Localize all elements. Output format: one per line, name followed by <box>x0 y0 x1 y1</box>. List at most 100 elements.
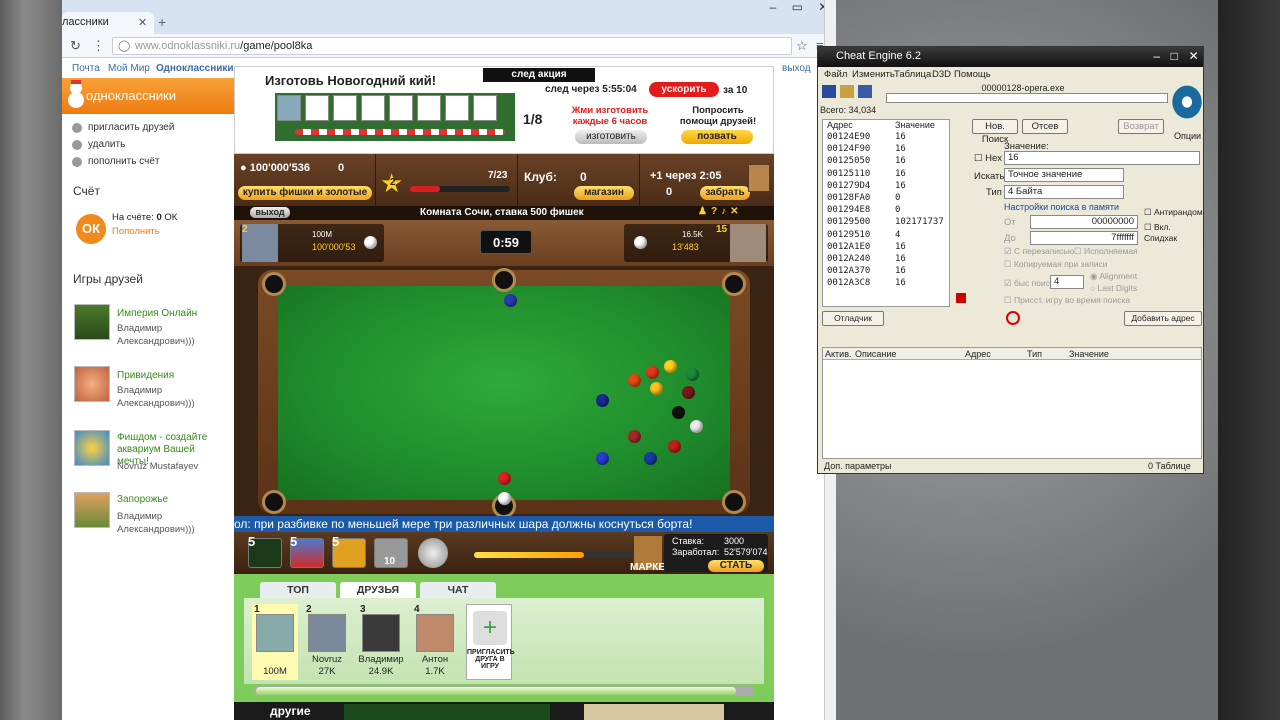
value-cell[interactable]: 16 <box>895 242 906 252</box>
maximize-icon[interactable]: ▭ <box>792 0 803 18</box>
options-label[interactable]: Опции <box>1174 131 1201 141</box>
value-cell[interactable]: 16 <box>895 266 906 276</box>
address-cell[interactable]: 00129510 <box>827 230 870 240</box>
friend-card[interactable]: 1 100M <box>252 604 298 680</box>
address-cell[interactable]: 00124E90 <box>827 132 870 142</box>
menu-help[interactable]: Помощь <box>954 69 991 80</box>
address-cell[interactable]: 00124F90 <box>827 144 870 154</box>
address-cell[interactable]: 00125050 <box>827 156 870 166</box>
address-cell[interactable]: 00129500 <box>827 217 870 227</box>
fast-scan-input[interactable]: 4 <box>1050 275 1084 289</box>
call-button[interactable]: позвать <box>681 130 753 144</box>
address-cell[interactable]: 001294E8 <box>827 205 870 215</box>
nav-myworld[interactable]: Мой Мир <box>108 63 150 74</box>
value-cell[interactable]: 0 <box>895 205 900 215</box>
value-cell[interactable]: 16 <box>895 156 906 166</box>
advanced-options-link[interactable]: Доп. параметры <box>824 461 891 471</box>
invite-friend-card[interactable]: + ПРИГЛАСИТЬ ДРУГА В ИГРУ <box>466 604 515 680</box>
nav-ok[interactable]: Одноклассники <box>156 63 234 74</box>
table-felt[interactable] <box>262 268 746 518</box>
scroll-thumb[interactable] <box>256 687 736 695</box>
minimize-icon[interactable]: – <box>1153 49 1160 63</box>
hex-checkbox[interactable]: ☐ Hex <box>974 153 1002 164</box>
next-scan-button[interactable]: Отсев <box>1022 119 1068 134</box>
bookmark-icon[interactable]: ☆ <box>796 38 808 54</box>
promo-tile[interactable] <box>344 704 550 720</box>
value-input[interactable]: 16 <box>1004 151 1200 165</box>
speedhack-checkbox[interactable]: ☐ Вкл. Спидхак <box>1144 222 1203 243</box>
place-bet-button[interactable]: СТАТЬ <box>708 560 764 572</box>
menu-d3d[interactable]: D3D <box>932 69 951 80</box>
delete-link[interactable]: удалить <box>88 139 125 150</box>
writable-checkbox[interactable]: ☑ С перезаписью <box>1004 246 1074 257</box>
to-input[interactable]: 7fffffff <box>1030 231 1138 245</box>
promo-tile[interactable] <box>584 704 724 720</box>
game-icon-zaporozhye[interactable] <box>74 492 110 528</box>
friend-card[interactable]: 2 Novruz 27K <box>304 604 350 680</box>
exit-button[interactable]: выход <box>250 207 290 218</box>
address-list[interactable]: Адрес Значение 00124E90 16 00124F90 16 00125… <box>822 119 950 307</box>
game-icon-empire[interactable] <box>74 304 110 340</box>
address-cell[interactable]: 00128FA0 <box>827 193 870 203</box>
address-cell[interactable]: 0012A240 <box>827 254 870 264</box>
menu-file[interactable]: Файл <box>824 69 847 80</box>
tab-friends[interactable]: ДРУЗЬЯ <box>340 582 416 598</box>
browser-tab[interactable]: лассники ✕ <box>62 12 154 34</box>
game-link[interactable]: Привидения <box>117 370 174 381</box>
make-button[interactable]: изготовить <box>575 130 647 144</box>
fast-scan-checkbox[interactable]: ☑ быс поиск <box>1004 278 1054 289</box>
buy-chips-button[interactable]: купить фишки и золотые <box>238 186 372 200</box>
add-address-button[interactable]: Добавить адрес <box>1124 311 1202 326</box>
executable-checkbox[interactable]: ☐ Исполняемая <box>1074 246 1138 257</box>
take-bonus-button[interactable]: забрать <box>700 186 750 200</box>
invite-friends-link[interactable]: пригласить друзей <box>88 122 174 133</box>
tab-close-icon[interactable]: ✕ <box>138 16 147 29</box>
value-type-select[interactable]: 4 Байта <box>1004 185 1124 199</box>
cheat-table[interactable]: Актив. Описание Адрес Тип Значение <box>822 347 1202 459</box>
open-process-icon[interactable] <box>822 85 836 98</box>
address-cell[interactable]: 0012A1E0 <box>827 242 870 252</box>
friends-scrollbar[interactable] <box>254 686 754 696</box>
new-tab-icon[interactable]: + <box>158 14 166 30</box>
game-icon-ghosts[interactable] <box>74 366 110 402</box>
close-icon[interactable]: ✕ <box>1189 49 1199 63</box>
reload-icon[interactable]: ↻ <box>70 38 81 54</box>
undo-scan-button[interactable]: Возврат <box>1118 119 1164 134</box>
minimize-icon[interactable]: – <box>770 0 777 18</box>
nav-exit[interactable]: выход <box>782 63 811 74</box>
value-cell[interactable]: 16 <box>895 278 906 288</box>
value-cell[interactable]: 16 <box>895 181 906 191</box>
from-input[interactable]: 00000000 <box>1030 215 1138 229</box>
delete-result-icon[interactable] <box>956 293 966 303</box>
game-link[interactable]: Запорожье <box>117 494 168 505</box>
address-cell[interactable]: 00125110 <box>827 169 870 179</box>
value-cell[interactable]: 16 <box>895 144 906 154</box>
open-file-icon[interactable] <box>840 85 854 98</box>
address-cell[interactable]: 001279D4 <box>827 181 870 191</box>
value-cell[interactable]: 16 <box>895 132 906 142</box>
game-icon-fishdom[interactable] <box>74 430 110 466</box>
value-cell[interactable]: 16 <box>895 254 906 264</box>
stop-icon[interactable] <box>1006 311 1020 325</box>
alignment-radio[interactable]: ◉ Alignment <box>1090 271 1137 282</box>
value-cell[interactable]: 16 <box>895 169 906 179</box>
scan-type-select[interactable]: Точное значение <box>1004 168 1124 182</box>
antirandom-checkbox[interactable]: ☐ Антирандом <box>1144 207 1203 218</box>
value-cell[interactable]: 4 <box>895 230 900 240</box>
topup-link[interactable]: Пополнить <box>112 226 160 237</box>
room-settings-icons[interactable]: ♟?♪✕ <box>698 206 742 217</box>
topup-account-link[interactable]: пополнить счёт <box>88 156 159 167</box>
url-input[interactable]: ◯ www.odnoklassniki.ru/game/pool8ka <box>112 37 792 55</box>
address-cell[interactable]: 0012A370 <box>827 266 870 276</box>
value-cell[interactable]: 0 <box>895 193 900 203</box>
pause-checkbox[interactable]: ☐ Присст. игру во время поиска <box>1004 295 1130 306</box>
cow-checkbox[interactable]: ☐ Копируемая при записи <box>1004 259 1107 270</box>
power-bar[interactable] <box>474 552 634 558</box>
spin-control-icon[interactable] <box>418 538 448 568</box>
ce-logo-icon[interactable] <box>1170 83 1204 121</box>
menu-table[interactable]: Таблица <box>894 69 931 80</box>
tab-top[interactable]: ТОП <box>260 582 336 598</box>
address-cell[interactable]: 0012A3C8 <box>827 278 870 288</box>
cue-ball[interactable] <box>498 492 511 505</box>
ok-logo[interactable]: одноклассники <box>86 88 176 103</box>
